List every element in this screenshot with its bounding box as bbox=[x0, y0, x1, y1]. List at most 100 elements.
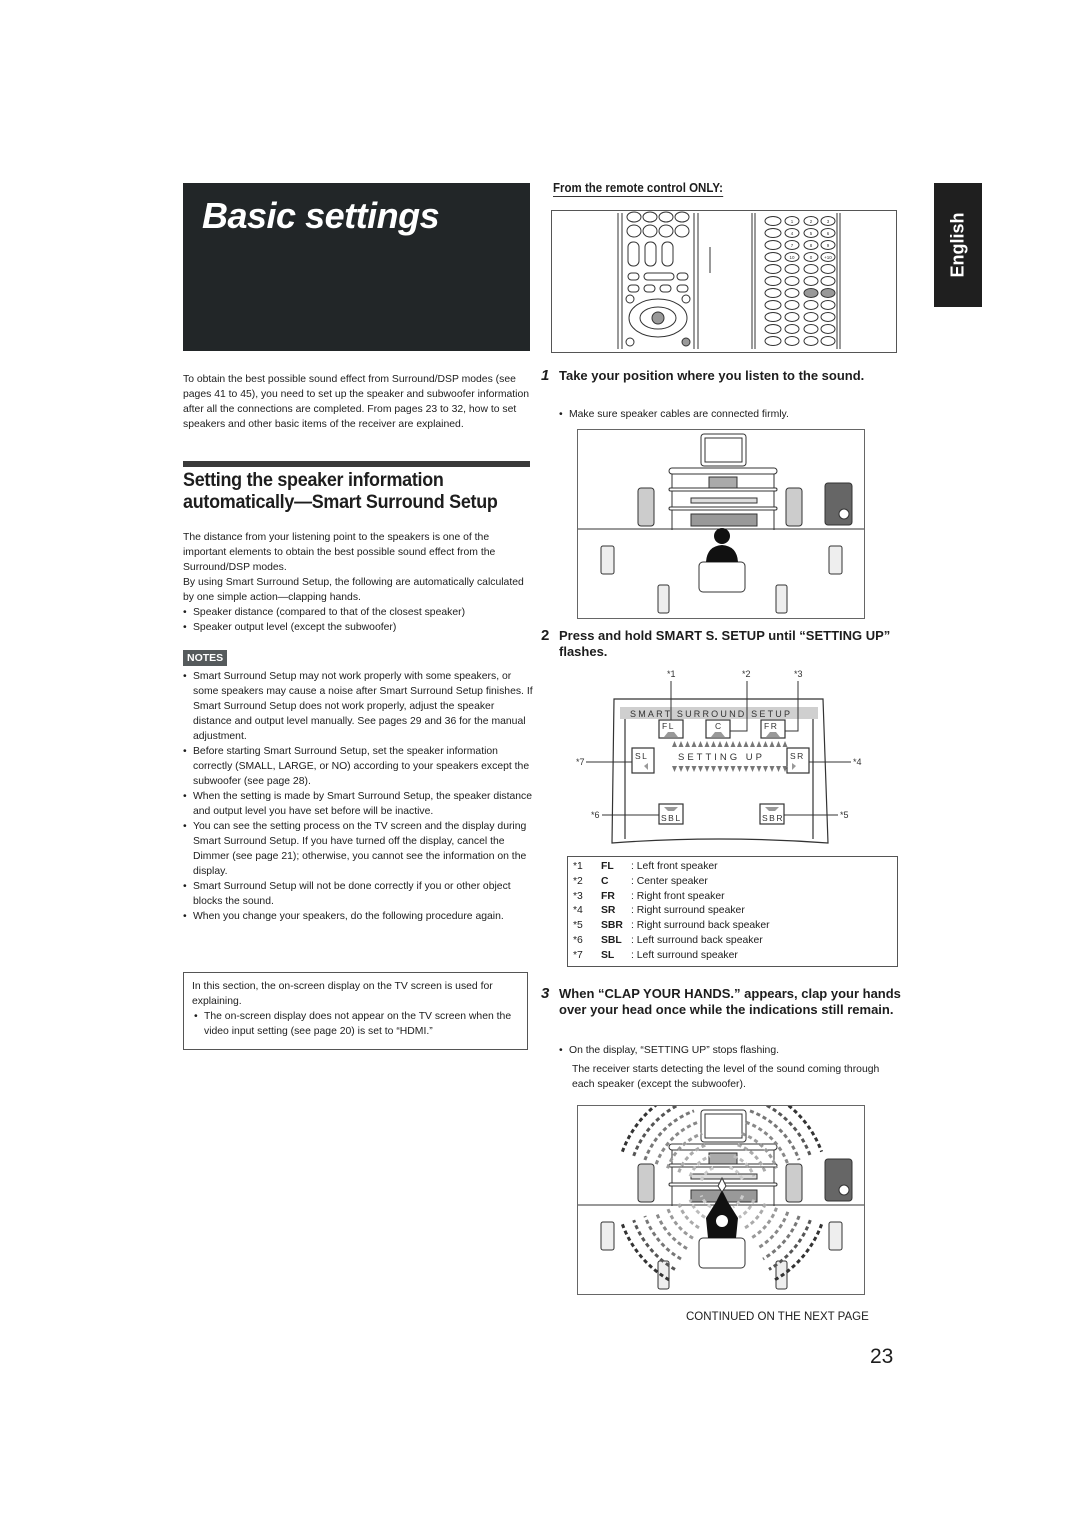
remote-key bbox=[764, 312, 782, 322]
indicator-tick bbox=[763, 741, 768, 747]
indicator-tick bbox=[763, 766, 768, 772]
remote-heading: From the remote control ONLY: bbox=[553, 181, 723, 197]
indicator-tick bbox=[737, 766, 742, 772]
indicator-tick bbox=[756, 766, 762, 772]
legend-row: *1 FL: Left front speaker bbox=[573, 860, 897, 875]
note-item: When you change your speakers, do the fo… bbox=[183, 909, 533, 924]
indicator-tick bbox=[743, 741, 749, 747]
legend-row: *5 SBR: Right surround back speaker bbox=[573, 919, 897, 934]
remote-number-grid: 1 2 34 5 67 8 910 0 +10 bbox=[764, 216, 836, 346]
remote-key bbox=[803, 312, 819, 322]
remote-key bbox=[820, 324, 836, 334]
remote-illustration: 1 2 3 4 5 6 7 8 9 10 0 +10 bbox=[551, 210, 897, 353]
legend-row: *6 SBL: Left surround back speaker bbox=[573, 934, 897, 949]
step-3: 3 When “CLAP YOUR HANDS.” appears, clap … bbox=[541, 985, 904, 1018]
notes-list: Smart Surround Setup may not work proper… bbox=[183, 669, 533, 924]
indicator-tick bbox=[730, 741, 736, 747]
sound-wave-arc bbox=[654, 1120, 699, 1165]
room-illustration-clapping bbox=[577, 1086, 865, 1295]
legend-description: : Right front speaker bbox=[631, 890, 725, 902]
remote-key bbox=[764, 324, 782, 334]
indicator-tick bbox=[711, 741, 716, 747]
legend-number: *2 bbox=[573, 875, 583, 887]
section-body: The distance from your listening point t… bbox=[183, 530, 533, 635]
legend-number: *6 bbox=[573, 934, 583, 946]
callout-6: *6 bbox=[591, 810, 600, 820]
osd-sl-label: SL bbox=[635, 751, 648, 761]
step-number: 1 bbox=[541, 367, 550, 384]
listener-body-icon bbox=[706, 545, 738, 562]
language-label: English bbox=[947, 212, 968, 278]
remote-key bbox=[820, 336, 836, 346]
remote-key bbox=[784, 264, 800, 274]
surround-right-speaker-icon bbox=[828, 1221, 843, 1251]
sound-wave-arc bbox=[744, 1203, 767, 1230]
legend-code: SL bbox=[601, 949, 615, 961]
remote-key bbox=[784, 312, 800, 322]
list-item: Speaker distance (compared to that of th… bbox=[183, 605, 533, 620]
callout-3: *3 bbox=[794, 669, 803, 679]
indicator-tick bbox=[691, 741, 697, 747]
legend-description: : Right surround back speaker bbox=[631, 920, 770, 932]
front-left-speaker-icon bbox=[637, 1163, 655, 1203]
remote-key bbox=[764, 336, 782, 346]
list-item: Speaker output level (except the subwoof… bbox=[183, 620, 533, 635]
front-left-speaker-icon bbox=[637, 487, 655, 527]
callout-1: *1 bbox=[667, 669, 676, 679]
surround-back-right-speaker-icon bbox=[775, 584, 788, 614]
legend-number: *1 bbox=[573, 861, 583, 872]
step-note: On the display, “SETTING UP” stops flash… bbox=[559, 1043, 889, 1058]
legend-description: : Center speaker bbox=[631, 875, 708, 887]
remote-key bbox=[784, 300, 800, 310]
callout-7: *7 bbox=[576, 757, 585, 767]
legend-code: SR bbox=[601, 905, 616, 917]
clapping-hands-image bbox=[578, 1086, 864, 1290]
page-title: Basic settings bbox=[202, 195, 440, 236]
remote-key bbox=[820, 300, 836, 310]
osd-c-label: C bbox=[715, 721, 721, 731]
feature-list: Speaker distance (compared to that of th… bbox=[183, 605, 533, 635]
listener-head-icon bbox=[714, 528, 730, 544]
indicator-tick bbox=[691, 766, 697, 772]
note-item: Smart Surround Setup will not be done co… bbox=[183, 879, 533, 909]
remote-buttons-top bbox=[626, 211, 690, 238]
remote-key bbox=[820, 264, 836, 274]
remote-key bbox=[784, 288, 800, 298]
speaker-legend: *1 FL: Left front speaker *2 C: Center spea… bbox=[567, 856, 898, 967]
osd-status: SETTING UP bbox=[678, 752, 765, 763]
callout-5: *5 bbox=[840, 810, 849, 820]
step-note: Make sure speaker cables are connected f… bbox=[559, 407, 889, 422]
step-text: Take your position where you listen to t… bbox=[559, 368, 865, 383]
indicator-tick bbox=[698, 766, 703, 772]
indicator-tick bbox=[672, 741, 677, 747]
indicator-tick bbox=[750, 766, 755, 772]
sound-wave-arc bbox=[677, 1203, 700, 1230]
indicator-tick bbox=[756, 741, 762, 747]
remote-key bbox=[764, 216, 782, 226]
note-item: Before starting Smart Surround Setup, se… bbox=[183, 744, 533, 789]
sound-wave-arc bbox=[749, 1109, 801, 1161]
osd-sr-label: SR bbox=[790, 751, 805, 761]
page-number: 23 bbox=[870, 1345, 894, 1368]
listener-chair-icon bbox=[698, 561, 746, 593]
legend-row: *3 FR: Right front speaker bbox=[573, 890, 897, 905]
language-tab: English bbox=[934, 183, 982, 307]
surround-back-left-speaker-icon bbox=[657, 584, 670, 614]
legend-number: *3 bbox=[573, 890, 583, 902]
legend-row: *2 C: Center speaker bbox=[573, 875, 897, 890]
indicator-tick bbox=[678, 741, 684, 747]
remote-key bbox=[784, 276, 800, 286]
sound-wave-arc bbox=[643, 1109, 695, 1161]
legend-row: *7 SL: Left surround speaker bbox=[573, 949, 897, 964]
indicator-tick bbox=[724, 741, 729, 747]
continued-notice: CONTINUED ON THE NEXT PAGE bbox=[686, 1311, 869, 1323]
sound-wave-arc bbox=[745, 1120, 790, 1165]
center-speaker-icon bbox=[708, 476, 738, 489]
tv-stand bbox=[668, 467, 778, 475]
remote-control-image: 1 2 34 5 67 8 910 0 +10 bbox=[617, 211, 841, 349]
notes-badge: NOTES bbox=[183, 650, 228, 666]
indicator-tick bbox=[776, 766, 781, 772]
section-heading: Setting the speaker information automati… bbox=[183, 469, 498, 513]
dvd-player-icon bbox=[690, 497, 758, 504]
section-paragraph: By using Smart Surround Setup, the follo… bbox=[183, 577, 524, 603]
